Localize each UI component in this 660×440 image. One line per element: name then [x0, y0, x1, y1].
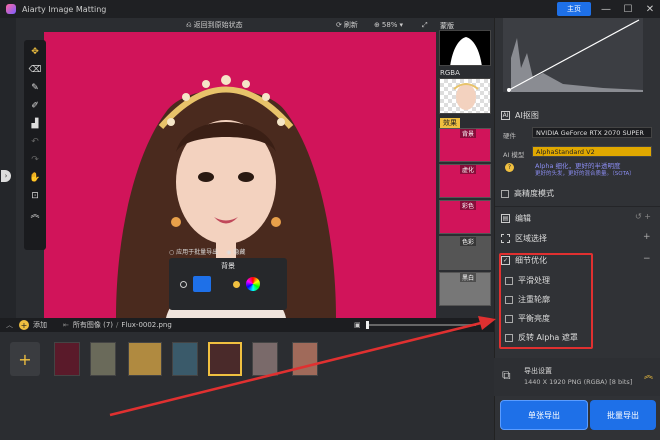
annotation-arrows — [109, 316, 496, 417]
app-window: Aiarty Image Matting 主页 — ☐ ✕ ⎌ 返回到原始状态 … — [0, 0, 660, 440]
